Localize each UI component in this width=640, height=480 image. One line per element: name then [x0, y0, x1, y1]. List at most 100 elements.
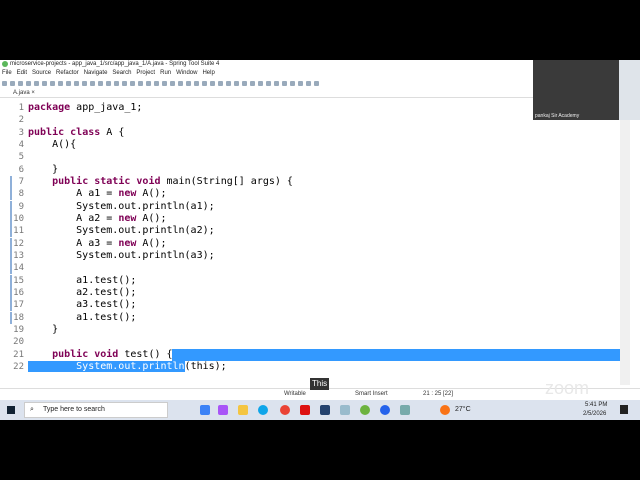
taskbar-search[interactable]: ⌕ Type here to search: [24, 402, 168, 418]
code-text: System.out.println(a2);: [28, 225, 215, 237]
toolbar-button-icon[interactable]: [18, 80, 23, 86]
toolbar-button-icon[interactable]: [274, 80, 279, 86]
zoom-icon[interactable]: [380, 405, 390, 415]
toolbar-button-icon[interactable]: [106, 80, 111, 86]
menu-edit[interactable]: Edit: [17, 69, 27, 78]
app-icon[interactable]: [340, 405, 350, 415]
code-line[interactable]: 17 a3.test();: [0, 299, 620, 312]
intellij-icon[interactable]: [300, 405, 310, 415]
toolbar-button-icon[interactable]: [10, 80, 15, 86]
toolbar-button-icon[interactable]: [234, 80, 239, 86]
toolbar-button-icon[interactable]: [74, 80, 79, 86]
toolbar-button-icon[interactable]: [242, 80, 247, 86]
toolbar-button-icon[interactable]: [162, 80, 167, 86]
toolbar-button-icon[interactable]: [82, 80, 87, 86]
menu-file[interactable]: File: [2, 69, 12, 78]
code-line[interactable]: 6 }: [0, 164, 620, 176]
code-line[interactable]: 19 }: [0, 324, 620, 336]
windows-start-icon[interactable]: [7, 406, 15, 414]
vertical-scrollbar[interactable]: [620, 101, 630, 385]
code-line[interactable]: 21 public void test() {: [0, 348, 620, 361]
toolbar-button-icon[interactable]: [58, 80, 63, 86]
toolbar-button-icon[interactable]: [186, 80, 191, 86]
toolbar-button-icon[interactable]: [50, 80, 55, 86]
spring-tool-suite-icon[interactable]: [360, 405, 370, 415]
status-insert-mode: Smart Insert: [355, 391, 388, 397]
menu-run[interactable]: Run: [160, 69, 171, 78]
toolbar-button-icon[interactable]: [90, 80, 95, 86]
file-explorer-icon[interactable]: [238, 405, 248, 415]
code-line[interactable]: 20: [0, 336, 620, 348]
code-line[interactable]: 5: [0, 151, 620, 163]
toolbar-button-icon[interactable]: [258, 80, 263, 86]
menu-source[interactable]: Source: [32, 69, 51, 78]
toolbar-button-icon[interactable]: [130, 80, 135, 86]
toolbar-button-icon[interactable]: [138, 80, 143, 86]
line-number: 15: [13, 275, 24, 286]
code-line[interactable]: 3 public class A {: [0, 127, 620, 139]
code-line[interactable]: 14: [0, 262, 620, 275]
edge-icon[interactable]: [258, 405, 268, 415]
toolbar-button-icon[interactable]: [266, 80, 271, 86]
weather-temp[interactable]: 27°C: [455, 406, 471, 413]
menu-navigate[interactable]: Navigate: [84, 69, 108, 78]
line-number: 16: [13, 287, 24, 298]
code-line[interactable]: 16 a2.test();: [0, 286, 620, 299]
toolbar-button-icon[interactable]: [42, 80, 47, 86]
chrome-icon[interactable]: [280, 405, 290, 415]
app-icon[interactable]: [200, 405, 210, 415]
toolbar-button-icon[interactable]: [210, 80, 215, 86]
menu-project[interactable]: Project: [136, 69, 155, 78]
code-line[interactable]: 12 A a3 = new A();: [0, 237, 620, 250]
status-writable: Writable: [284, 391, 306, 397]
code-line[interactable]: 2: [0, 114, 620, 126]
toolbar-button-icon[interactable]: [26, 80, 31, 86]
toolbar-button-icon[interactable]: [66, 80, 71, 86]
toolbar-button-icon[interactable]: [2, 80, 7, 86]
toolbar-button-icon[interactable]: [290, 80, 295, 86]
toolbar-button-icon[interactable]: [218, 80, 223, 86]
toolbar-button-icon[interactable]: [282, 80, 287, 86]
toolbar-button-icon[interactable]: [146, 80, 151, 86]
selection-highlight: [172, 348, 620, 361]
clock-date[interactable]: 2/5/2026: [583, 411, 606, 417]
code-line[interactable]: 4 A(){: [0, 139, 620, 151]
toolbar-button-icon[interactable]: [314, 80, 319, 86]
toolbar-button-icon[interactable]: [194, 80, 199, 86]
code-line[interactable]: 22 System.out.println(this);: [0, 360, 620, 373]
clock-time[interactable]: 5:41 PM: [585, 402, 607, 408]
window-title: microservice-projects - app_java_1/src/a…: [10, 61, 220, 67]
code-line[interactable]: 1 package app_java_1;: [0, 102, 620, 114]
toolbar-button-icon[interactable]: [114, 80, 119, 86]
code-line[interactable]: 7 public static void main(String[] args)…: [0, 175, 620, 188]
code-line[interactable]: 13 System.out.println(a3);: [0, 249, 620, 262]
toolbar-button-icon[interactable]: [306, 80, 311, 86]
code-line[interactable]: 8 A a1 = new A();: [0, 188, 620, 201]
menu-search[interactable]: Search: [112, 69, 131, 78]
code-line[interactable]: 18 a1.test();: [0, 311, 620, 324]
app-icon[interactable]: [400, 405, 410, 415]
menu-refactor[interactable]: Refactor: [56, 69, 79, 78]
line-number: 19: [13, 324, 24, 335]
code-line[interactable]: 9 System.out.println(a1);: [0, 200, 620, 213]
code-line[interactable]: 15 a1.test();: [0, 274, 620, 287]
copilot-icon[interactable]: [218, 405, 228, 415]
menu-help[interactable]: Help: [202, 69, 214, 78]
toolbar-button-icon[interactable]: [178, 80, 183, 86]
toolbar-button-icon[interactable]: [98, 80, 103, 86]
toolbar-button-icon[interactable]: [202, 80, 207, 86]
toolbar-button-icon[interactable]: [34, 80, 39, 86]
code-editor[interactable]: 1 package app_java_1; 2 3 public class A {4 …: [0, 101, 620, 385]
toolbar-button-icon[interactable]: [170, 80, 175, 86]
code-line[interactable]: 10 A a2 = new A();: [0, 212, 620, 225]
menu-window[interactable]: Window: [176, 69, 197, 78]
toolbar-button-icon[interactable]: [154, 80, 159, 86]
toolbar-button-icon[interactable]: [250, 80, 255, 86]
notification-icon[interactable]: [620, 405, 628, 414]
app-icon[interactable]: [320, 405, 330, 415]
tab-a-java[interactable]: A.java ×: [10, 88, 38, 98]
toolbar-button-icon[interactable]: [226, 80, 231, 86]
toolbar-button-icon[interactable]: [122, 80, 127, 86]
toolbar-button-icon[interactable]: [298, 80, 303, 86]
code-line[interactable]: 11 System.out.println(a2);: [0, 225, 620, 238]
